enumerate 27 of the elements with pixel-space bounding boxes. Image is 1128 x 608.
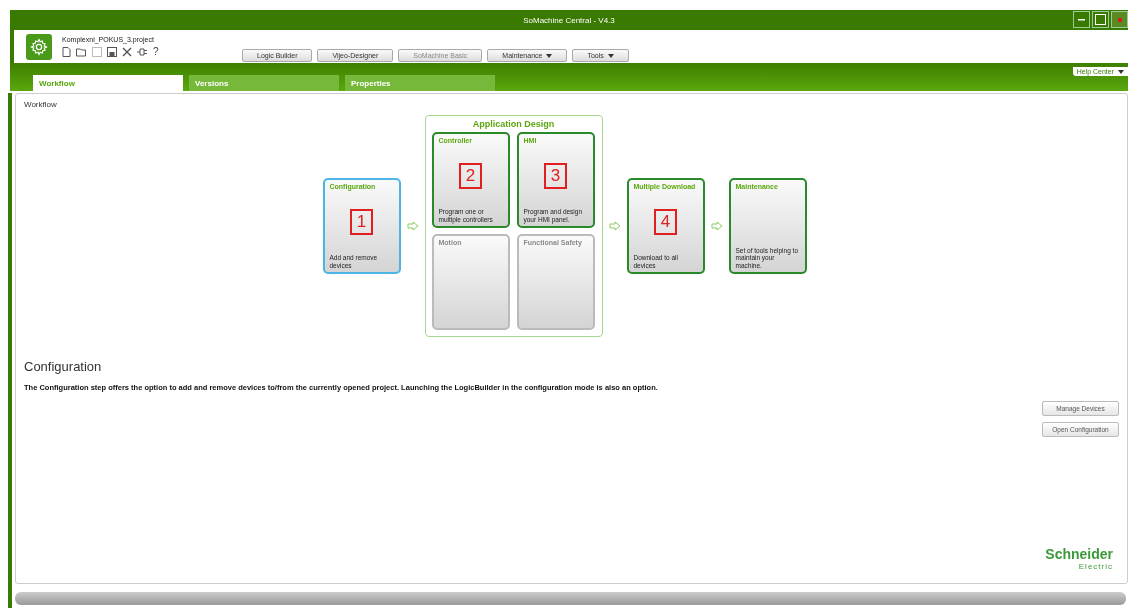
- new-file-icon[interactable]: [62, 46, 71, 57]
- close-button[interactable]: [1111, 11, 1128, 28]
- arrow-icon: [608, 221, 621, 231]
- caret-icon: [546, 53, 553, 58]
- step-number: 4: [653, 209, 678, 236]
- save-as-icon[interactable]: [107, 46, 117, 57]
- caret-icon: [1118, 69, 1124, 74]
- brand-logo: Schneider Electric: [1045, 546, 1113, 571]
- help-icon[interactable]: ?: [153, 46, 159, 57]
- caret-icon: [607, 53, 614, 58]
- close-icon: [1117, 17, 1122, 22]
- minimize-icon: [1078, 18, 1085, 21]
- plug-icon[interactable]: [137, 46, 148, 57]
- step-number: 2: [458, 163, 483, 190]
- minimize-button[interactable]: [1073, 11, 1090, 28]
- arrow-icon: [710, 221, 723, 231]
- panel-title: Workflow: [24, 100, 58, 109]
- arrow-icon: [406, 221, 419, 231]
- section-heading: Configuration: [24, 359, 103, 374]
- step-number: 1: [349, 209, 374, 236]
- open-folder-icon[interactable]: [76, 46, 87, 57]
- gear-icon: [26, 33, 52, 60]
- maximize-icon: [1095, 14, 1106, 25]
- group-title: Application Design: [472, 119, 555, 129]
- step-number: 3: [543, 163, 568, 190]
- maximize-button[interactable]: [1092, 11, 1109, 28]
- window-title: SoMachine Central - V4.3: [523, 15, 615, 25]
